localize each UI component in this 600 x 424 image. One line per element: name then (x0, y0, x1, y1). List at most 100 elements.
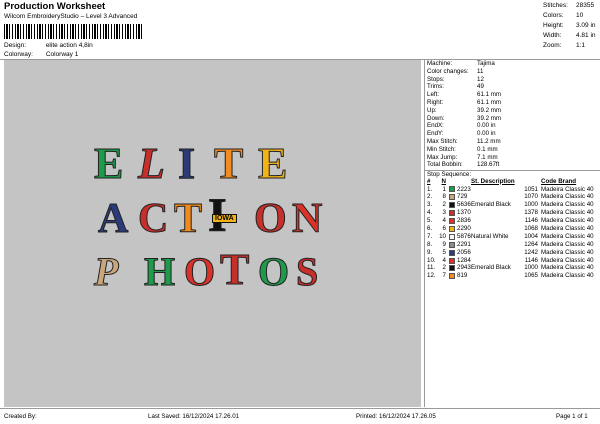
info-value: 11.2 mm (477, 137, 501, 145)
stop-description (471, 257, 517, 265)
design-letter: N (291, 196, 323, 242)
stop-needle: 3 (442, 209, 446, 217)
info-label: EndY: (427, 130, 444, 138)
design-letter: H (143, 249, 176, 294)
info-value: 39.2 mm (477, 114, 502, 122)
stop-code: 2290 (457, 225, 471, 232)
info-label: Right: (427, 98, 444, 106)
stat-label: Stitches: (543, 2, 568, 9)
design-letter: T (213, 139, 244, 188)
stop-brand: Madeira Classic 40 (541, 256, 594, 264)
stop-description (471, 272, 517, 280)
stop-brand: Madeira Classic 40 (541, 217, 594, 225)
stop-needle: 5 (442, 248, 446, 256)
info-row: Machine: Tajima (425, 60, 600, 68)
stop-brand: Madeira Classic 40 (541, 272, 594, 280)
stat-row: Height: 3.09 in (543, 21, 599, 31)
stop-needle: 6 (442, 225, 446, 232)
color-swatch (449, 218, 455, 225)
stat-value: 3.09 in (576, 22, 596, 29)
stop-needle: 9 (442, 240, 446, 248)
stop-index: 5. (427, 217, 433, 225)
machine-info-list: Machine: Tajima Color changes: 11 Stops: 12 Tr… (425, 60, 600, 169)
design-preview-canvas[interactable]: E L I T E A C T I IOWA O N P H O T O S (4, 60, 421, 407)
stop-description (471, 217, 517, 225)
design-letter: E (93, 139, 124, 188)
design-letter: O (183, 249, 216, 294)
stop-stitches: 1065 (524, 272, 538, 280)
stat-row: Zoom: 1:1 (543, 41, 599, 51)
stop-sequence-header: # N St. Description Code Brand (425, 178, 600, 186)
stop-row: 2. 8 729 1070 Madeira Classic 40 (425, 193, 600, 201)
worksheet-footer: Created By: Last Saved: 16/12/2024 17.26… (0, 408, 600, 424)
stat-value: 10 (576, 12, 584, 19)
stop-stitches: 1378 (524, 209, 538, 217)
info-label: Max Jump: (427, 153, 458, 161)
design-row: Design: elite action 4,8in (4, 42, 93, 49)
stop-row: 7. 10 5876 Natural White 1004 Madeira Classic… (425, 233, 600, 241)
stop-description (471, 193, 517, 201)
info-value: 12 (477, 75, 484, 83)
embroidery-design: E L I T E A C T I IOWA O N P H O T O S (92, 140, 352, 300)
stop-code: 729 (457, 193, 468, 201)
stop-code: 5636 (457, 201, 471, 209)
info-row: Trims: 49 (425, 83, 600, 91)
stat-label: Colors: (543, 12, 564, 19)
design-letter: S (295, 249, 319, 294)
stop-description (471, 241, 517, 249)
stop-description (471, 209, 517, 217)
stat-value: 28355 (576, 2, 595, 9)
info-row: Stops: 12 (425, 76, 600, 84)
stop-stitches: 1146 (524, 256, 538, 264)
swatch-cell (449, 201, 457, 209)
info-value: 11 (477, 67, 484, 75)
design-letter: T (219, 245, 250, 294)
stop-row: 3. 2 5636 Emerald Black 1000 Madeira Classic … (425, 201, 600, 209)
swatch-cell (449, 241, 457, 249)
stop-brand: Madeira Classic 40 (541, 248, 594, 256)
info-row: Up: 39.2 mm (425, 107, 600, 115)
stop-code: 1284 (457, 256, 471, 264)
stop-needle: 2 (442, 201, 446, 209)
footer-last-saved: Last Saved: 16/12/2024 17.26.01 (148, 413, 240, 420)
swatch-cell (449, 209, 457, 217)
design-letter: P (93, 249, 119, 294)
design-letter: I (177, 139, 196, 188)
stop-code: 2836 (457, 217, 471, 225)
info-value: 39.2 mm (477, 106, 502, 114)
header-brand: Brand (558, 177, 577, 185)
info-value: 61.1 mm (477, 98, 502, 106)
swatch-cell (449, 272, 457, 280)
stop-index: 3. (427, 201, 433, 209)
swatch-cell (449, 233, 457, 241)
swatch-cell (449, 264, 457, 272)
stop-index: 6. (427, 225, 433, 232)
design-letter: E (257, 139, 288, 188)
stop-code: 2056 (457, 248, 471, 256)
info-row: Max Stitch: 11.2 mm (425, 138, 600, 146)
iowa-logo: IOWA (212, 214, 237, 223)
stat-row: Stitches: 28355 (543, 1, 599, 11)
design-letter: O (254, 196, 288, 242)
stat-label: Zoom: (543, 42, 562, 49)
barcode (4, 24, 144, 39)
stop-stitches: 1004 (524, 232, 538, 240)
info-row: Min Stitch: 0.1 mm (425, 146, 600, 154)
stop-code: 2291 (457, 240, 471, 248)
header-code-brand: Code Brand (541, 178, 600, 186)
info-label: EndX: (427, 122, 444, 130)
footer-created-by: Created By: (4, 413, 37, 420)
stop-row: 6. 6 2290 1068 Madeira Classic 40 (425, 225, 600, 233)
stop-row: 11. 2 2943 Emerald Black 1000 Madeira Classic… (425, 264, 600, 272)
stop-description (471, 186, 517, 194)
stop-sequence-title: Stop Sequence: (425, 169, 600, 178)
design-stats: Stitches: 28355 Colors: 10 Height: 3.09 in … (543, 1, 599, 51)
header-code: Code (541, 177, 557, 185)
color-swatch (449, 225, 455, 232)
info-row: Color changes: 11 (425, 68, 600, 76)
stop-row: 1. 1 2223 1051 Madeira Classic 40 (425, 186, 600, 194)
info-value: 7.1 mm (477, 153, 498, 161)
stop-brand: Madeira Classic 40 (541, 225, 594, 232)
info-value: 0.00 in (477, 130, 496, 138)
stop-needle: 2 (442, 264, 446, 272)
